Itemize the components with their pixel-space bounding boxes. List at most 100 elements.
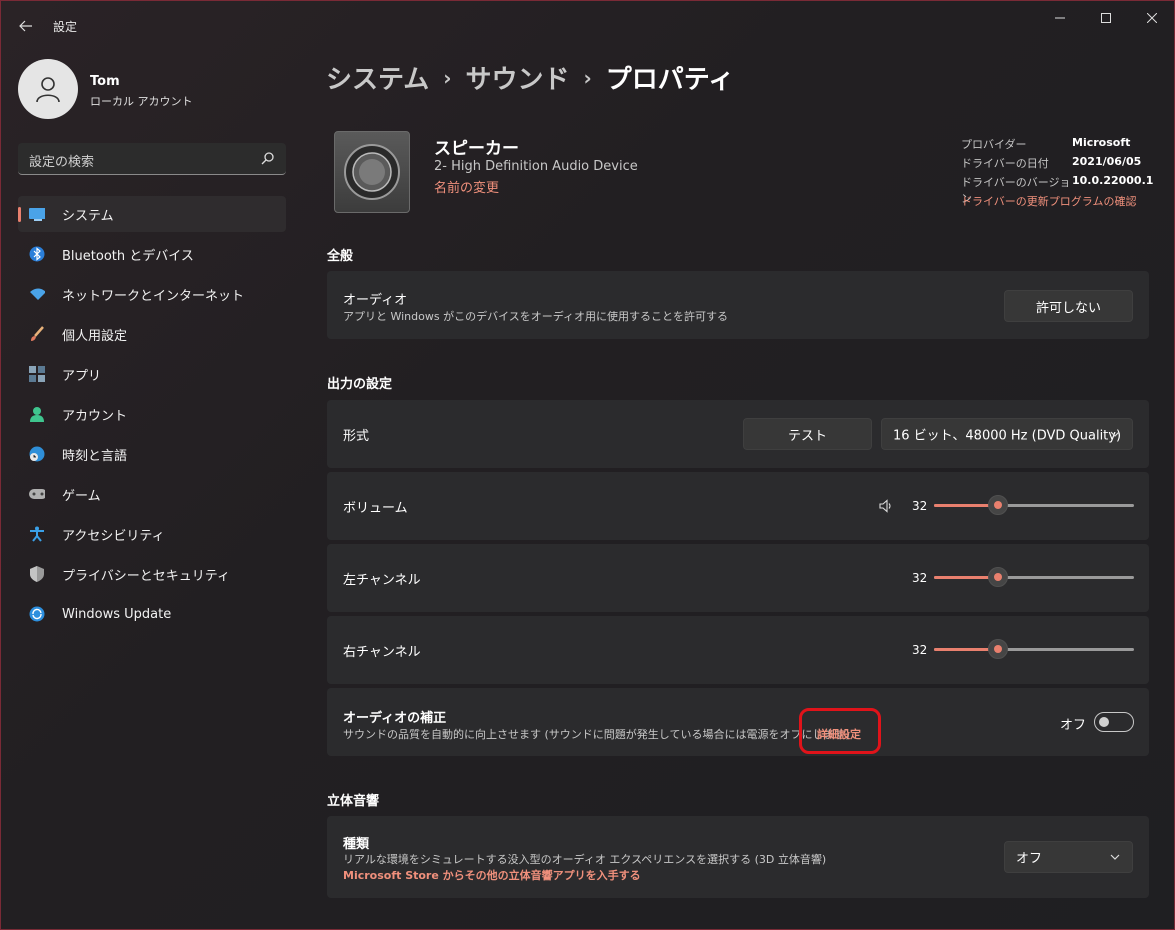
left-channel-value: 32 bbox=[912, 571, 928, 585]
enhancement-state-label: オフ bbox=[1060, 718, 1087, 733]
chevron-down-icon bbox=[1110, 854, 1120, 860]
audio-description: アプリと Windows がこのデバイスをオーディオ用に使用することを許可する bbox=[343, 310, 728, 323]
sidebar-item-personalization[interactable]: 個人用設定 bbox=[18, 316, 286, 352]
sidebar-item-label: アクセシビリティ bbox=[62, 528, 165, 544]
format-dropdown-value: 16 ビット、48000 Hz (DVD Quality) bbox=[893, 428, 1122, 444]
test-button[interactable]: テスト bbox=[743, 418, 872, 450]
speaker-icon bbox=[344, 144, 400, 200]
audio-permission-card: オーディオ アプリと Windows がこのデバイスをオーディオ用に使用すること… bbox=[327, 271, 1149, 339]
sidebar-item-apps[interactable]: アプリ bbox=[18, 356, 286, 392]
breadcrumb: システム › サウンド › プロパティ bbox=[326, 59, 734, 96]
sidebar-item-label: システム bbox=[62, 208, 114, 224]
sidebar-item-label: 時刻と言語 bbox=[62, 448, 128, 464]
device-description: 2- High Definition Audio Device bbox=[434, 159, 638, 174]
audio-enhancement-card: オーディオの補正 サウンドの品質を自動的に向上させます (サウンドに問題が発生し… bbox=[327, 688, 1149, 756]
breadcrumb-system[interactable]: システム bbox=[326, 65, 429, 95]
right-channel-value: 32 bbox=[912, 643, 928, 657]
gamepad-icon bbox=[29, 486, 45, 502]
right-channel-slider[interactable] bbox=[934, 639, 1134, 659]
app-title: 設定 bbox=[53, 20, 78, 34]
spatial-type-value: オフ bbox=[1016, 851, 1043, 867]
account-icon bbox=[29, 406, 45, 422]
sidebar-item-windows-update[interactable]: Windows Update bbox=[18, 596, 286, 632]
enhancement-toggle[interactable] bbox=[1094, 712, 1134, 732]
right-channel-card: 右チャンネル 32 bbox=[327, 616, 1149, 684]
maximize-button[interactable] bbox=[1083, 1, 1129, 35]
driver-provider-label: プロバイダー bbox=[961, 138, 1027, 151]
driver-info: プロバイダー Microsoft ドライバーの日付 2021/06/05 ドライ… bbox=[961, 136, 1153, 212]
minimize-button[interactable] bbox=[1037, 1, 1083, 35]
minimize-icon bbox=[1055, 17, 1065, 19]
volume-label: ボリューム bbox=[343, 501, 408, 516]
driver-update-link[interactable]: ドライバーの更新プログラムの確認 bbox=[961, 193, 1136, 212]
wifi-icon bbox=[29, 286, 45, 302]
back-arrow-icon bbox=[19, 20, 32, 32]
format-dropdown[interactable]: 16 ビット、48000 Hz (DVD Quality) bbox=[881, 418, 1133, 450]
sidebar-item-network[interactable]: ネットワークとインターネット bbox=[18, 276, 286, 312]
search-icon[interactable] bbox=[260, 150, 276, 166]
speaker-volume-icon[interactable] bbox=[879, 499, 893, 513]
chevron-right-icon: › bbox=[583, 66, 592, 90]
driver-provider-row: プロバイダー Microsoft bbox=[961, 136, 1153, 155]
title-bar: 設定 bbox=[1, 1, 1174, 49]
left-channel-slider[interactable] bbox=[934, 567, 1134, 587]
page-title: プロパティ bbox=[605, 65, 735, 95]
avatar[interactable] bbox=[18, 59, 78, 119]
sidebar-item-system[interactable]: システム bbox=[18, 196, 286, 232]
search-input[interactable]: 設定の検索 bbox=[18, 143, 286, 175]
spatial-type-title: 種類 bbox=[343, 837, 370, 852]
driver-version-row: ドライバーのバージョン 10.0.22000.1 bbox=[961, 174, 1154, 205]
apps-icon bbox=[29, 366, 45, 382]
sidebar-item-label: Windows Update bbox=[62, 606, 172, 622]
annotation-highlight-box bbox=[799, 708, 881, 754]
enhancement-title: オーディオの補正 bbox=[343, 711, 447, 726]
sidebar-item-time-language[interactable]: 時刻と言語 bbox=[18, 436, 286, 472]
settings-window: 設定 Tom ローカル アカウント 設定の検索 システム Bluetooth と… bbox=[0, 0, 1175, 930]
volume-slider[interactable] bbox=[934, 495, 1134, 515]
spatial-type-dropdown[interactable]: オフ bbox=[1004, 841, 1133, 873]
driver-provider-value: Microsoft bbox=[1072, 136, 1131, 149]
right-channel-label: 右チャンネル bbox=[343, 645, 421, 660]
driver-date-label: ドライバーの日付 bbox=[961, 157, 1049, 170]
back-button[interactable] bbox=[13, 13, 39, 39]
driver-version-value: 10.0.22000.1 bbox=[1072, 174, 1154, 187]
device-name: スピーカー bbox=[434, 139, 519, 159]
driver-version-label: ドライバーのバージョン bbox=[961, 176, 1071, 205]
search-placeholder: 設定の検索 bbox=[29, 155, 95, 170]
audio-title: オーディオ bbox=[343, 293, 408, 308]
sidebar-item-label: アプリ bbox=[62, 368, 102, 384]
spatial-type-description: リアルな環境をシミュレートする没入型のオーディオ エクスペリエンスを選択する (… bbox=[343, 853, 827, 866]
speaker-image bbox=[334, 131, 410, 213]
slider-thumb[interactable] bbox=[988, 639, 1008, 659]
sidebar-item-privacy[interactable]: プライバシーとセキュリティ bbox=[18, 556, 286, 592]
sidebar-item-gaming[interactable]: ゲーム bbox=[18, 476, 286, 512]
slider-thumb[interactable] bbox=[988, 567, 1008, 587]
close-button[interactable] bbox=[1129, 1, 1175, 35]
bluetooth-icon bbox=[29, 246, 45, 262]
general-section-title: 全般 bbox=[327, 249, 354, 264]
system-icon bbox=[29, 206, 45, 222]
slider-thumb[interactable] bbox=[988, 495, 1008, 515]
sidebar-item-label: 個人用設定 bbox=[62, 328, 128, 344]
sidebar-item-label: Bluetooth とデバイス bbox=[62, 248, 194, 264]
sidebar-item-accounts[interactable]: アカウント bbox=[18, 396, 286, 432]
sidebar-item-bluetooth[interactable]: Bluetooth とデバイス bbox=[18, 236, 286, 272]
breadcrumb-sound[interactable]: サウンド bbox=[465, 65, 569, 95]
toggle-knob bbox=[1099, 717, 1109, 727]
sidebar-item-label: ゲーム bbox=[62, 488, 101, 504]
rename-link[interactable]: 名前の変更 bbox=[434, 177, 499, 196]
update-icon bbox=[29, 606, 45, 622]
sidebar-item-accessibility[interactable]: アクセシビリティ bbox=[18, 516, 286, 552]
disallow-button[interactable]: 許可しない bbox=[1004, 290, 1133, 322]
user-icon bbox=[36, 77, 60, 103]
store-link[interactable]: Microsoft Store からその他の立体音響アプリを入手する bbox=[343, 867, 641, 883]
brush-icon bbox=[29, 326, 45, 342]
sidebar-nav: システム Bluetooth とデバイス ネットワークとインターネット 個人用設… bbox=[18, 196, 286, 636]
spatial-type-card: 種類 リアルな環境をシミュレートする没入型のオーディオ エクスペリエンスを選択す… bbox=[327, 816, 1149, 898]
driver-date-value: 2021/06/05 bbox=[1072, 155, 1142, 168]
close-icon bbox=[1147, 13, 1157, 23]
enhancement-description: サウンドの品質を自動的に向上させます (サウンドに問題が発生している場合には電源… bbox=[343, 728, 850, 741]
driver-update-row: ドライバーの更新プログラムの確認 bbox=[961, 193, 1153, 212]
left-channel-card: 左チャンネル 32 bbox=[327, 544, 1149, 612]
sidebar-item-label: ネットワークとインターネット bbox=[62, 288, 245, 304]
